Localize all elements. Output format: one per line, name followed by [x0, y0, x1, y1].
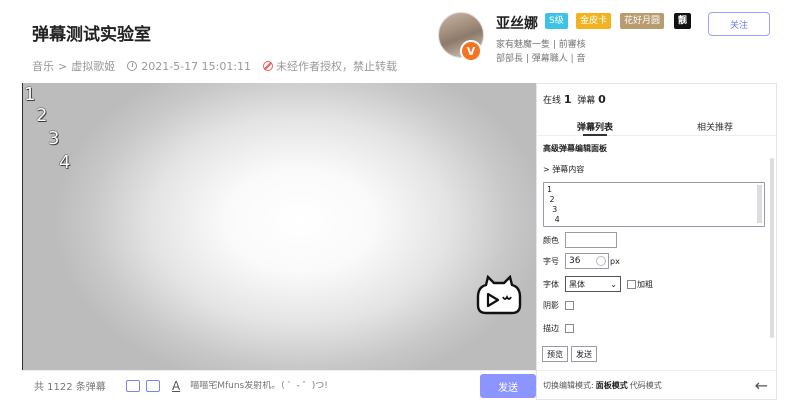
- uploader-name[interactable]: 亚丝娜: [496, 13, 538, 33]
- danmaku-total: 0: [598, 93, 606, 106]
- back-arrow-icon[interactable]: ←: [755, 376, 768, 395]
- danmaku-count: 共 1122 条弹幕: [34, 382, 106, 393]
- danmaku-settings-icon[interactable]: [146, 379, 160, 392]
- color-label: 颜色: [543, 235, 559, 245]
- panel-title: 高级弹幕编辑面板: [543, 144, 607, 153]
- danmaku-input[interactable]: [190, 380, 461, 391]
- mode-prefix: 切换编辑模式:: [543, 381, 594, 390]
- live-stats: 在线 1 弹幕 0: [543, 93, 606, 106]
- font-label: 字体: [543, 279, 559, 289]
- stroke-label: 描边: [543, 324, 559, 333]
- panel-tabs: 弹幕列表 相关推荐: [537, 114, 776, 136]
- danmaku-item: 3: [48, 128, 60, 149]
- size-value: 36: [569, 256, 581, 266]
- video-player[interactable]: 1 2 3 4: [22, 83, 536, 370]
- textarea-text: 1 2 3 4: [547, 185, 560, 224]
- flower-moon-tag: 花好月圆: [620, 13, 665, 29]
- copyright-notice: 未经作者授权，禁止转载: [263, 58, 397, 74]
- mode-panel-option[interactable]: 面板模式: [596, 380, 628, 391]
- forbidden-icon: [263, 61, 274, 71]
- font-row: 字体 黑体 ⌄ 加粗: [543, 276, 653, 292]
- chevron-down-icon: ⌄: [610, 279, 617, 289]
- danmaku-item: 4: [59, 152, 71, 173]
- danmaku-item: 1: [24, 84, 36, 105]
- textarea-scrollbar[interactable]: [757, 185, 762, 223]
- color-row: 颜色: [543, 232, 617, 248]
- uploader-desc-line1: 家有魅魔一隻 | 前審核: [496, 40, 586, 50]
- mfuns-logo-icon: [476, 275, 522, 315]
- danmaku-item: 2: [36, 105, 48, 126]
- bold-option[interactable]: 加粗: [627, 279, 653, 290]
- verified-badge: V: [460, 40, 482, 62]
- color-input[interactable]: [565, 232, 617, 248]
- font-select[interactable]: 黑体 ⌄: [565, 276, 621, 292]
- gold-card-tag: 金皮卡: [576, 13, 612, 29]
- shadow-row: 阴影: [543, 300, 574, 311]
- danmaku-side-panel: 在线 1 弹幕 0 弹幕列表 相关推荐 高级弹幕编辑面板 > 弹幕内容 1 2 …: [536, 83, 777, 400]
- tab-related[interactable]: 相关推荐: [697, 120, 733, 133]
- danmaku-input-bar: 共 1122 条弹幕 A 发送: [22, 370, 536, 400]
- font-value: 黑体: [569, 279, 585, 289]
- clock-icon: [127, 61, 138, 71]
- publish-time-text: 2021-5-17 15:01:11: [141, 59, 252, 73]
- font-style-icon[interactable]: A: [172, 379, 180, 393]
- online-label: 在线: [543, 96, 562, 106]
- cool-tag: 靓: [674, 13, 692, 29]
- danmaku-label: 弹幕: [577, 96, 596, 106]
- content-section-label[interactable]: > 弹幕内容: [543, 164, 584, 175]
- tab-danmaku-list[interactable]: 弹幕列表: [577, 120, 613, 133]
- mode-code-option[interactable]: 代码模式: [630, 380, 662, 391]
- stroke-row: 描边: [543, 323, 574, 334]
- panel-send-button[interactable]: 发送: [571, 346, 597, 362]
- shadow-label: 阴影: [543, 301, 559, 310]
- size-stepper[interactable]: 36: [565, 253, 609, 269]
- panel-scrollbar[interactable]: [770, 158, 774, 338]
- spin-icon[interactable]: [596, 256, 606, 266]
- danmaku-content-textarea[interactable]: 1 2 3 4: [543, 182, 765, 227]
- video-title: 弹幕测试实验室: [32, 25, 151, 45]
- preview-button[interactable]: 预览: [542, 346, 568, 362]
- subcategory-link[interactable]: 虚拟歌姬: [71, 58, 115, 74]
- copyright-text: 未经作者授权，禁止转载: [276, 60, 398, 73]
- shadow-checkbox[interactable]: [565, 301, 574, 310]
- edit-mode-switch: 切换编辑模式: 面板模式 代码模式 ←: [537, 370, 776, 400]
- size-unit: px: [610, 256, 620, 266]
- bold-checkbox[interactable]: [627, 279, 636, 289]
- breadcrumb-separator: >: [58, 59, 68, 73]
- publish-time: 2021-5-17 15:01:11: [127, 60, 251, 73]
- danmaku-list-icon[interactable]: [126, 379, 140, 392]
- size-row: 字号 36 px: [543, 253, 620, 269]
- stroke-checkbox[interactable]: [565, 324, 574, 333]
- active-tab-indicator: [583, 134, 607, 136]
- follow-button[interactable]: 关注: [708, 12, 770, 36]
- bold-label: 加粗: [637, 279, 653, 289]
- size-label: 字号: [543, 256, 559, 266]
- video-meta: 音乐 > 虚拟歌姬 2021-5-17 15:01:11 未经作者授权，禁止转载: [32, 58, 397, 74]
- send-danmaku-button[interactable]: 发送: [480, 374, 536, 398]
- category-link[interactable]: 音乐: [32, 58, 54, 74]
- online-count: 1: [563, 93, 572, 106]
- level-tag: S级: [545, 13, 568, 29]
- uploader-desc-line2: 部部長 | 彈幕職人 | 音: [496, 54, 586, 64]
